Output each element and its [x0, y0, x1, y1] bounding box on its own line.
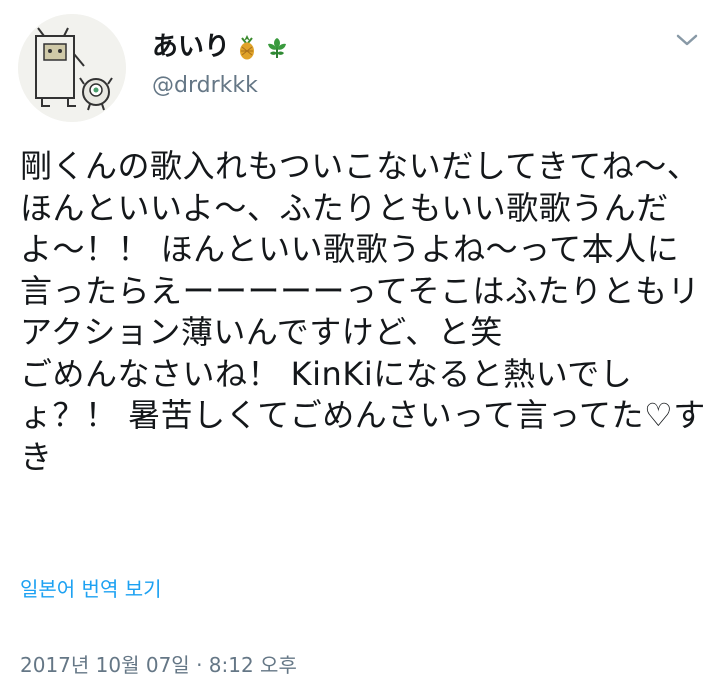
translate-link[interactable]: 일본어 번역 보기: [20, 574, 162, 604]
avatar-drawing-icon: [18, 14, 126, 122]
tweet-card: あいり @drdrkkk 剛くんの歌入れもついこないだしてきてね〜、ほんといいよ…: [0, 0, 720, 686]
pineapple-icon: [236, 34, 258, 60]
avatar[interactable]: [18, 14, 126, 122]
tweet-text: 剛くんの歌入れもついこないだしてきてね〜、ほんといいよ〜、ふたりともいい歌歌うん…: [20, 147, 706, 476]
tweet-timestamp[interactable]: 2017년 10월 07일 · 8:12 오후: [20, 650, 297, 680]
herb-icon: [264, 34, 287, 60]
chevron-down-icon[interactable]: [674, 30, 700, 50]
display-name-row[interactable]: あいり: [152, 30, 287, 64]
user-handle[interactable]: @drdrkkk: [152, 72, 258, 100]
display-name[interactable]: あいり: [152, 30, 230, 64]
